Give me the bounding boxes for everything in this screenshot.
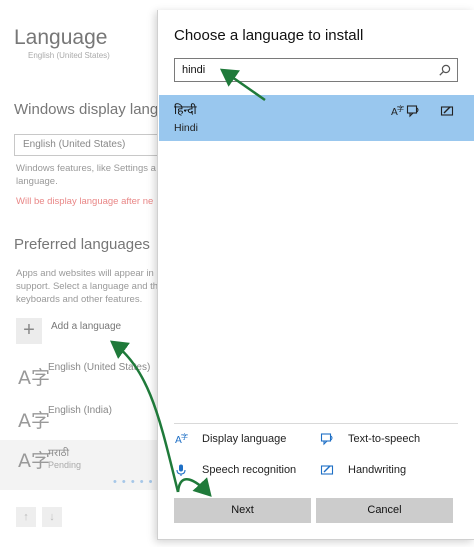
- language-name: English (United States): [48, 362, 151, 373]
- next-button[interactable]: Next: [174, 498, 311, 523]
- feature-label: Display language: [202, 433, 287, 445]
- language-status: Pending: [48, 460, 82, 470]
- language-native-name: हिन्दी: [174, 103, 197, 117]
- choose-language-dialog: Choose a language to install हिन्दी Hind…: [157, 10, 474, 540]
- feature-label: Handwriting: [348, 464, 407, 476]
- display-language-section-title: Windows display langu: [14, 101, 167, 118]
- move-down-button[interactable]: ↓: [42, 507, 62, 527]
- handwriting-icon: [320, 465, 334, 475]
- language-name: मराठी: [48, 448, 70, 459]
- feature-display-language: A 字 Display language: [174, 431, 314, 449]
- text-to-speech-icon: [320, 433, 333, 446]
- arrow-up-icon: ↑: [23, 511, 29, 523]
- display-language-icon: A 字: [391, 104, 404, 118]
- handwriting-icon: [440, 106, 454, 116]
- display-language-icon: A 字: [175, 432, 188, 446]
- add-language-label: Add a language: [51, 321, 122, 332]
- cancel-button[interactable]: Cancel: [316, 498, 453, 523]
- display-language-description: Windows features, like Settings a langua…: [16, 163, 156, 187]
- microphone-icon: [176, 464, 186, 476]
- features-divider: [174, 423, 458, 424]
- feature-label: Speech recognition: [202, 464, 297, 476]
- language-name: English (India): [48, 405, 112, 416]
- feature-text-to-speech: Text-to-speech: [320, 431, 460, 449]
- preferred-languages-section-title: Preferred languages: [14, 236, 150, 253]
- language-search-box[interactable]: [174, 58, 458, 82]
- arrow-down-icon: ↓: [49, 511, 55, 523]
- plus-icon: +: [16, 318, 42, 344]
- search-icon[interactable]: [438, 63, 452, 77]
- add-language-button[interactable]: + Add a language: [16, 318, 146, 348]
- page-title: Language: [14, 26, 108, 49]
- search-result-item-hindi[interactable]: हिन्दी Hindi A 字: [159, 95, 474, 141]
- language-glyph-icon: A字: [18, 410, 50, 432]
- preferred-languages-description: Apps and websites will appear in support…: [16, 268, 159, 305]
- install-progress-dots: • • • • •: [113, 476, 154, 488]
- language-list-item[interactable]: A字 English (India): [0, 400, 160, 444]
- feature-handwriting: Handwriting: [320, 462, 460, 480]
- svg-text:字: 字: [181, 432, 188, 441]
- feature-speech-recognition: Speech recognition: [174, 462, 314, 480]
- feature-label: Text-to-speech: [348, 433, 421, 445]
- move-up-button[interactable]: ↑: [16, 507, 36, 527]
- display-language-dropdown[interactable]: English (United States): [14, 134, 164, 156]
- svg-text:字: 字: [397, 104, 404, 113]
- language-glyph-icon: A字: [18, 450, 50, 472]
- page-subtitle: English (United States): [28, 51, 110, 60]
- display-language-warning: Will be display language after ne: [16, 196, 154, 207]
- language-english-name: Hindi: [174, 122, 198, 134]
- search-input[interactable]: [175, 59, 431, 81]
- language-list-item[interactable]: A字 English (United States): [0, 357, 160, 401]
- language-glyph-icon: A字: [18, 367, 50, 389]
- text-to-speech-icon: [406, 105, 419, 118]
- dialog-title: Choose a language to install: [174, 27, 364, 44]
